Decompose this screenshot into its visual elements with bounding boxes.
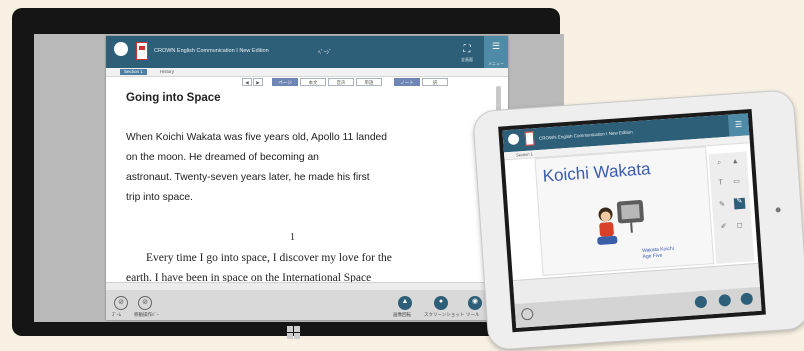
section-number: 1 <box>290 232 295 243</box>
pen-tool-icon[interactable]: ✎ <box>718 201 727 210</box>
marker-tool-icon[interactable]: ✎ <box>733 197 746 210</box>
tab-row: Section 1 History <box>106 68 508 77</box>
tablet-page-title: Koichi Wakata <box>542 159 652 186</box>
paragraph-line: astronaut. Twenty-seven years later, he … <box>126 172 370 183</box>
tab-history[interactable]: History <box>156 69 178 75</box>
book-cover-icon <box>136 42 148 60</box>
paragraph-line: trip into space. <box>126 192 193 203</box>
tablet-screenshot-button[interactable] <box>718 293 732 307</box>
menu-button[interactable]: ☰ メニュー <box>484 36 508 68</box>
tablet-device: CROWN English Communication Ⅰ New Editio… <box>472 89 804 351</box>
app-header: CROWN English Communication Ⅰ New Editio… <box>106 36 508 68</box>
tablet-book-cover-icon <box>524 131 535 146</box>
tablet-screen: CROWN English Communication Ⅰ New Editio… <box>498 109 766 333</box>
tablet-page-view: Koichi Wakata Wakata Koichi Age Five <box>534 146 715 276</box>
app-footer: ⊘ ｽﾞｰﾑ ⊘ 移動操作ﾊﾞｰ ▲ 画像回転 ● スクリーンショット ◉ ツー… <box>106 290 508 320</box>
tablet-home-icon[interactable] <box>507 133 520 146</box>
tools-button[interactable]: ◉ <box>468 296 482 310</box>
fullscreen-button[interactable]: ⛶ 全画面 <box>456 42 478 64</box>
reader-app-window: CROWN English Communication Ⅰ New Editio… <box>106 36 508 320</box>
paragraph-line: on the moon. He dreamed of becoming an <box>126 152 319 163</box>
eraser-tool-icon[interactable]: ◻ <box>735 222 744 231</box>
zoom-tool-icon[interactable]: ⌕ <box>715 159 724 168</box>
tablet-app-window: CROWN English Communication Ⅰ New Editio… <box>502 113 762 328</box>
reading-pane: Going into Space When Koichi Wakata was … <box>126 86 466 306</box>
prev-page-button[interactable]: ◀ <box>242 78 252 86</box>
move-bar-label: 移動操作ﾊﾞｰ <box>134 312 159 317</box>
vocab-button[interactable]: 単語 <box>356 78 382 86</box>
tablet-tool-panel: ⌕ ▲ T ▭ ✎ ✎ ✐ ◻ <box>708 151 755 264</box>
screenshot-label: スクリーンショット <box>424 312 465 317</box>
text-view-button[interactable]: 本文 <box>300 78 326 86</box>
header-title-suffix: ﾍﾟｰｼﾞ <box>318 50 332 56</box>
menu-label: メニュー <box>488 61 504 66</box>
fullscreen-label: 全画面 <box>461 57 473 62</box>
tablet-tools-button[interactable] <box>740 292 754 306</box>
screenshot-button[interactable]: ● <box>434 296 448 310</box>
zoom-button[interactable]: ⊘ <box>114 296 128 310</box>
move-bar-button[interactable]: ⊘ <box>138 296 152 310</box>
section-line: Every time I go into space, I discover m… <box>146 252 392 264</box>
audio-button[interactable]: 音声 <box>328 78 354 86</box>
document-title: Going into Space <box>126 92 221 104</box>
tablet-menu-button[interactable]: ☰ <box>727 113 750 137</box>
frame-tool-icon[interactable]: ▭ <box>732 178 741 187</box>
note-button[interactable]: ノート <box>394 78 420 86</box>
next-page-button[interactable]: ▶ <box>253 78 263 86</box>
windows-logo-icon <box>287 326 301 340</box>
page-view-button[interactable]: ページ <box>272 78 298 86</box>
header-title: CROWN English Communication Ⅰ New Editio… <box>154 48 269 54</box>
tablet-rotate-button[interactable] <box>694 295 708 309</box>
tablet-tab-section-1[interactable]: Section 1 <box>512 150 537 158</box>
pointer-tool-icon[interactable]: ▲ <box>731 158 740 167</box>
tab-section-1[interactable]: Section 1 <box>120 69 147 75</box>
text-tool-icon[interactable]: T <box>716 179 725 188</box>
highlighter-tool-icon[interactable]: ✐ <box>719 223 728 232</box>
tablet-header-title: CROWN English Communication Ⅰ New Editio… <box>538 129 633 141</box>
tablet-zoom-button[interactable] <box>520 307 534 321</box>
translation-button[interactable]: 訳 <box>422 78 448 86</box>
paragraph-line: When Koichi Wakata was five years old, A… <box>126 132 387 143</box>
rotate-image-button[interactable]: ▲ <box>398 296 412 310</box>
home-icon[interactable] <box>114 42 128 56</box>
tools-label: ツール <box>466 312 480 317</box>
rotate-image-label: 画像回転 <box>393 312 411 317</box>
tablet-image-caption: Wakata Koichi Age Five <box>641 245 675 260</box>
zoom-label: ｽﾞｰﾑ <box>112 312 121 317</box>
tablet-home-button <box>775 207 781 213</box>
